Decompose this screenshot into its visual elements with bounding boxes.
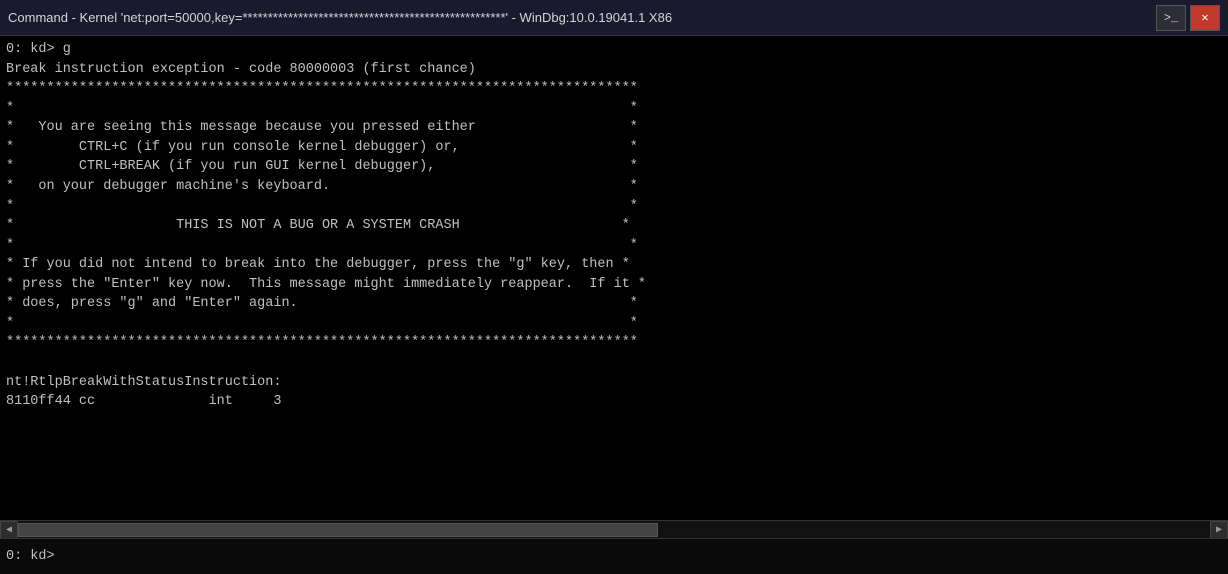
close-button[interactable]: ✕ bbox=[1190, 5, 1220, 31]
terminal-line: * THIS IS NOT A BUG OR A SYSTEM CRASH * bbox=[6, 216, 1222, 236]
terminal-line: nt!RtlpBreakWithStatusInstruction: bbox=[6, 373, 1222, 393]
terminal-line: 8110ff44 cc int 3 bbox=[6, 392, 1222, 412]
command-input[interactable] bbox=[63, 549, 1222, 564]
terminal-line: ****************************************… bbox=[6, 79, 1222, 99]
terminal-line: * * bbox=[6, 236, 1222, 256]
terminal-output[interactable]: 0: kd> gBreak instruction exception - co… bbox=[0, 36, 1228, 520]
terminal-line: * * bbox=[6, 99, 1222, 119]
horizontal-scrollbar[interactable]: ◀ ▶ bbox=[0, 520, 1228, 538]
scroll-left-button[interactable]: ◀ bbox=[0, 521, 18, 539]
scroll-thumb[interactable] bbox=[18, 523, 658, 537]
terminal-area: 0: kd> gBreak instruction exception - co… bbox=[0, 36, 1228, 538]
terminal-line: * You are seeing this message because yo… bbox=[6, 118, 1222, 138]
title-bar: Command - Kernel 'net:port=50000,key=***… bbox=[0, 0, 1228, 36]
title-text: Command - Kernel 'net:port=50000,key=***… bbox=[8, 10, 1156, 25]
terminal-line bbox=[6, 353, 1222, 373]
terminal-line: ****************************************… bbox=[6, 333, 1222, 353]
input-bar: 0: kd> bbox=[0, 538, 1228, 574]
terminal-line: * CTRL+C (if you run console kernel debu… bbox=[6, 138, 1222, 158]
terminal-line: * press the "Enter" key now. This messag… bbox=[6, 275, 1222, 295]
scroll-track[interactable] bbox=[18, 521, 1210, 538]
terminal-line: 0: kd> g bbox=[6, 40, 1222, 60]
title-bar-buttons: >_ ✕ bbox=[1156, 5, 1220, 31]
terminal-line: * CTRL+BREAK (if you run GUI kernel debu… bbox=[6, 157, 1222, 177]
terminal-line: * does, press "g" and "Enter" again. * bbox=[6, 294, 1222, 314]
terminal-line: * If you did not intend to break into th… bbox=[6, 255, 1222, 275]
terminal-line: Break instruction exception - code 80000… bbox=[6, 60, 1222, 80]
input-prompt: 0: kd> bbox=[6, 549, 63, 564]
input-cursor-area bbox=[63, 549, 1222, 564]
scroll-right-button[interactable]: ▶ bbox=[1210, 521, 1228, 539]
terminal-icon-button[interactable]: >_ bbox=[1156, 5, 1186, 31]
terminal-line: * * bbox=[6, 314, 1222, 334]
terminal-line: * * bbox=[6, 197, 1222, 217]
windbg-window: Command - Kernel 'net:port=50000,key=***… bbox=[0, 0, 1228, 574]
terminal-line: * on your debugger machine's keyboard. * bbox=[6, 177, 1222, 197]
